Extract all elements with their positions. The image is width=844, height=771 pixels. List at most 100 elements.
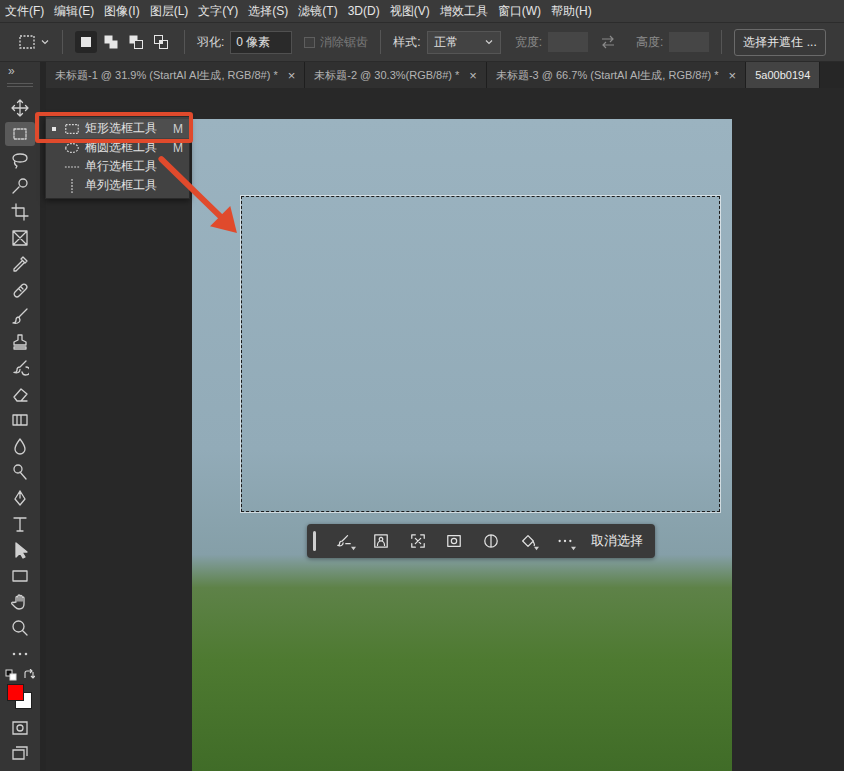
menu-item[interactable]: 选择(S) — [243, 3, 293, 20]
select-and-mask-button[interactable]: 选择并遮住 ... — [734, 29, 825, 56]
zoom-icon — [11, 619, 29, 637]
foreground-color-swatch[interactable] — [7, 684, 24, 701]
document-tab[interactable]: 未标题-3 @ 66.7% (StartAI AI生成, RGB/8#) * × — [487, 62, 746, 88]
task-bar-grip[interactable] — [313, 531, 316, 551]
path-selection-icon — [11, 541, 29, 559]
style-value: 正常 — [434, 34, 458, 51]
selection-mode-icon — [153, 34, 169, 50]
dodge-icon — [11, 463, 29, 481]
anti-alias-label: 消除锯齿 — [320, 34, 368, 51]
tool-button[interactable] — [5, 356, 35, 380]
selection-mode-icon — [103, 34, 119, 50]
task-bar-button[interactable] — [401, 528, 434, 554]
annotation-arrow-icon — [158, 150, 242, 242]
transform-selection-icon — [410, 533, 426, 549]
close-tab-button[interactable]: × — [469, 68, 477, 83]
tool-button[interactable] — [5, 486, 35, 510]
width-input[interactable] — [548, 32, 588, 52]
gradient-icon — [11, 411, 29, 429]
document-tab[interactable]: 未标题-2 @ 30.3%(RGB/8#) * × — [305, 62, 487, 88]
fill-icon — [520, 533, 536, 549]
frame-icon — [11, 229, 29, 247]
tool-button[interactable] — [5, 408, 35, 432]
tool-button[interactable] — [5, 174, 35, 198]
tool-preset-picker[interactable] — [18, 33, 50, 51]
tool-button[interactable] — [5, 512, 35, 536]
anti-alias-checkbox[interactable]: 消除锯齿 — [304, 34, 368, 51]
menu-item[interactable]: 编辑(E) — [49, 3, 99, 20]
close-tab-button[interactable]: × — [729, 68, 737, 83]
menu-item[interactable]: 视图(V) — [385, 3, 435, 20]
height-input[interactable] — [669, 32, 709, 52]
tool-button[interactable] — [5, 590, 35, 614]
tool-button[interactable] — [5, 642, 35, 666]
selection-mode-button[interactable] — [125, 31, 147, 53]
healing-brush-icon — [11, 281, 29, 299]
selection-mode-button[interactable] — [100, 31, 122, 53]
menu-item[interactable]: 文件(F) — [0, 3, 49, 20]
collapse-button[interactable]: » — [0, 65, 15, 77]
current-tool-mark — [52, 146, 56, 150]
deselect-button[interactable]: 取消选择 — [585, 532, 649, 550]
flyout-label: 单列选框工具 — [85, 177, 168, 194]
tool-button[interactable] — [5, 226, 35, 250]
tool-button[interactable] — [5, 278, 35, 302]
task-bar-button[interactable] — [328, 528, 361, 554]
menu-item[interactable]: 窗口(W) — [493, 3, 546, 20]
menu-item[interactable]: 文字(Y) — [193, 3, 243, 20]
tool-button[interactable] — [5, 330, 35, 354]
swap-icon[interactable] — [600, 34, 616, 50]
swap-colors-icon[interactable] — [23, 669, 35, 681]
menu-item[interactable]: 图像(I) — [99, 3, 144, 20]
single-column-marquee-icon — [64, 178, 80, 194]
panel-grip[interactable] — [7, 83, 33, 87]
document-image[interactable]: 取消选择 — [192, 119, 732, 771]
height-label: 高度: — [636, 34, 663, 51]
close-tab-button[interactable]: × — [288, 68, 296, 83]
more-tools-icon — [11, 645, 29, 663]
history-brush-icon — [11, 359, 29, 377]
tool-button[interactable] — [5, 538, 35, 562]
menu-item[interactable]: 帮助(H) — [546, 3, 597, 20]
menu-item[interactable]: 滤镜(T) — [293, 3, 342, 20]
flyout-item[interactable]: 单列选框工具 — [46, 176, 189, 195]
chevron-down-icon — [40, 37, 50, 47]
tool-button[interactable] — [5, 564, 35, 588]
feather-input[interactable]: 0 像素 — [230, 31, 292, 54]
tool-button[interactable] — [5, 148, 35, 172]
shortcut-key: M — [173, 122, 183, 136]
color-controls — [5, 669, 35, 681]
tool-button[interactable] — [5, 434, 35, 458]
document-tabs: 未标题-1 @ 31.9% (StartAI AI生成, RGB/8#) * ×… — [46, 62, 844, 88]
task-bar-button[interactable] — [512, 528, 545, 554]
tool-button[interactable] — [5, 460, 35, 484]
tool-button[interactable] — [5, 252, 35, 276]
task-bar-button[interactable] — [475, 528, 508, 554]
menu-item[interactable]: 增效工具 — [435, 3, 493, 20]
tool-button[interactable] — [5, 382, 35, 406]
screen-mode-icon — [11, 745, 29, 763]
tool-button[interactable] — [5, 122, 35, 146]
document-tab[interactable]: 5a00b0194 — [746, 62, 820, 88]
tool-button[interactable] — [5, 304, 35, 328]
separator — [62, 30, 63, 54]
menu-item[interactable]: 图层(L) — [145, 3, 194, 20]
selection-mode-button[interactable] — [150, 31, 172, 53]
style-select[interactable]: 正常 — [427, 31, 501, 54]
tool-button[interactable] — [5, 616, 35, 640]
default-colors-icon[interactable] — [5, 669, 17, 681]
document-tab[interactable]: 未标题-1 @ 31.9% (StartAI AI生成, RGB/8#) * × — [46, 62, 305, 88]
task-bar-button[interactable] — [365, 528, 398, 554]
task-bar-button[interactable] — [548, 528, 581, 554]
tool-button[interactable] — [5, 96, 35, 120]
flyout-item[interactable]: 矩形选框工具 M — [46, 119, 189, 138]
flyout-label: 单行选框工具 — [85, 158, 168, 175]
selection-mode-button[interactable] — [75, 31, 97, 53]
tool-button[interactable] — [5, 200, 35, 224]
screen-mode-button[interactable] — [5, 742, 35, 766]
menu-item[interactable]: 3D(D) — [343, 4, 385, 18]
quick-mask-icon — [11, 719, 29, 737]
task-bar-button[interactable] — [438, 528, 471, 554]
selection-marquee[interactable] — [241, 196, 720, 512]
quick-mask-button[interactable] — [5, 716, 35, 740]
